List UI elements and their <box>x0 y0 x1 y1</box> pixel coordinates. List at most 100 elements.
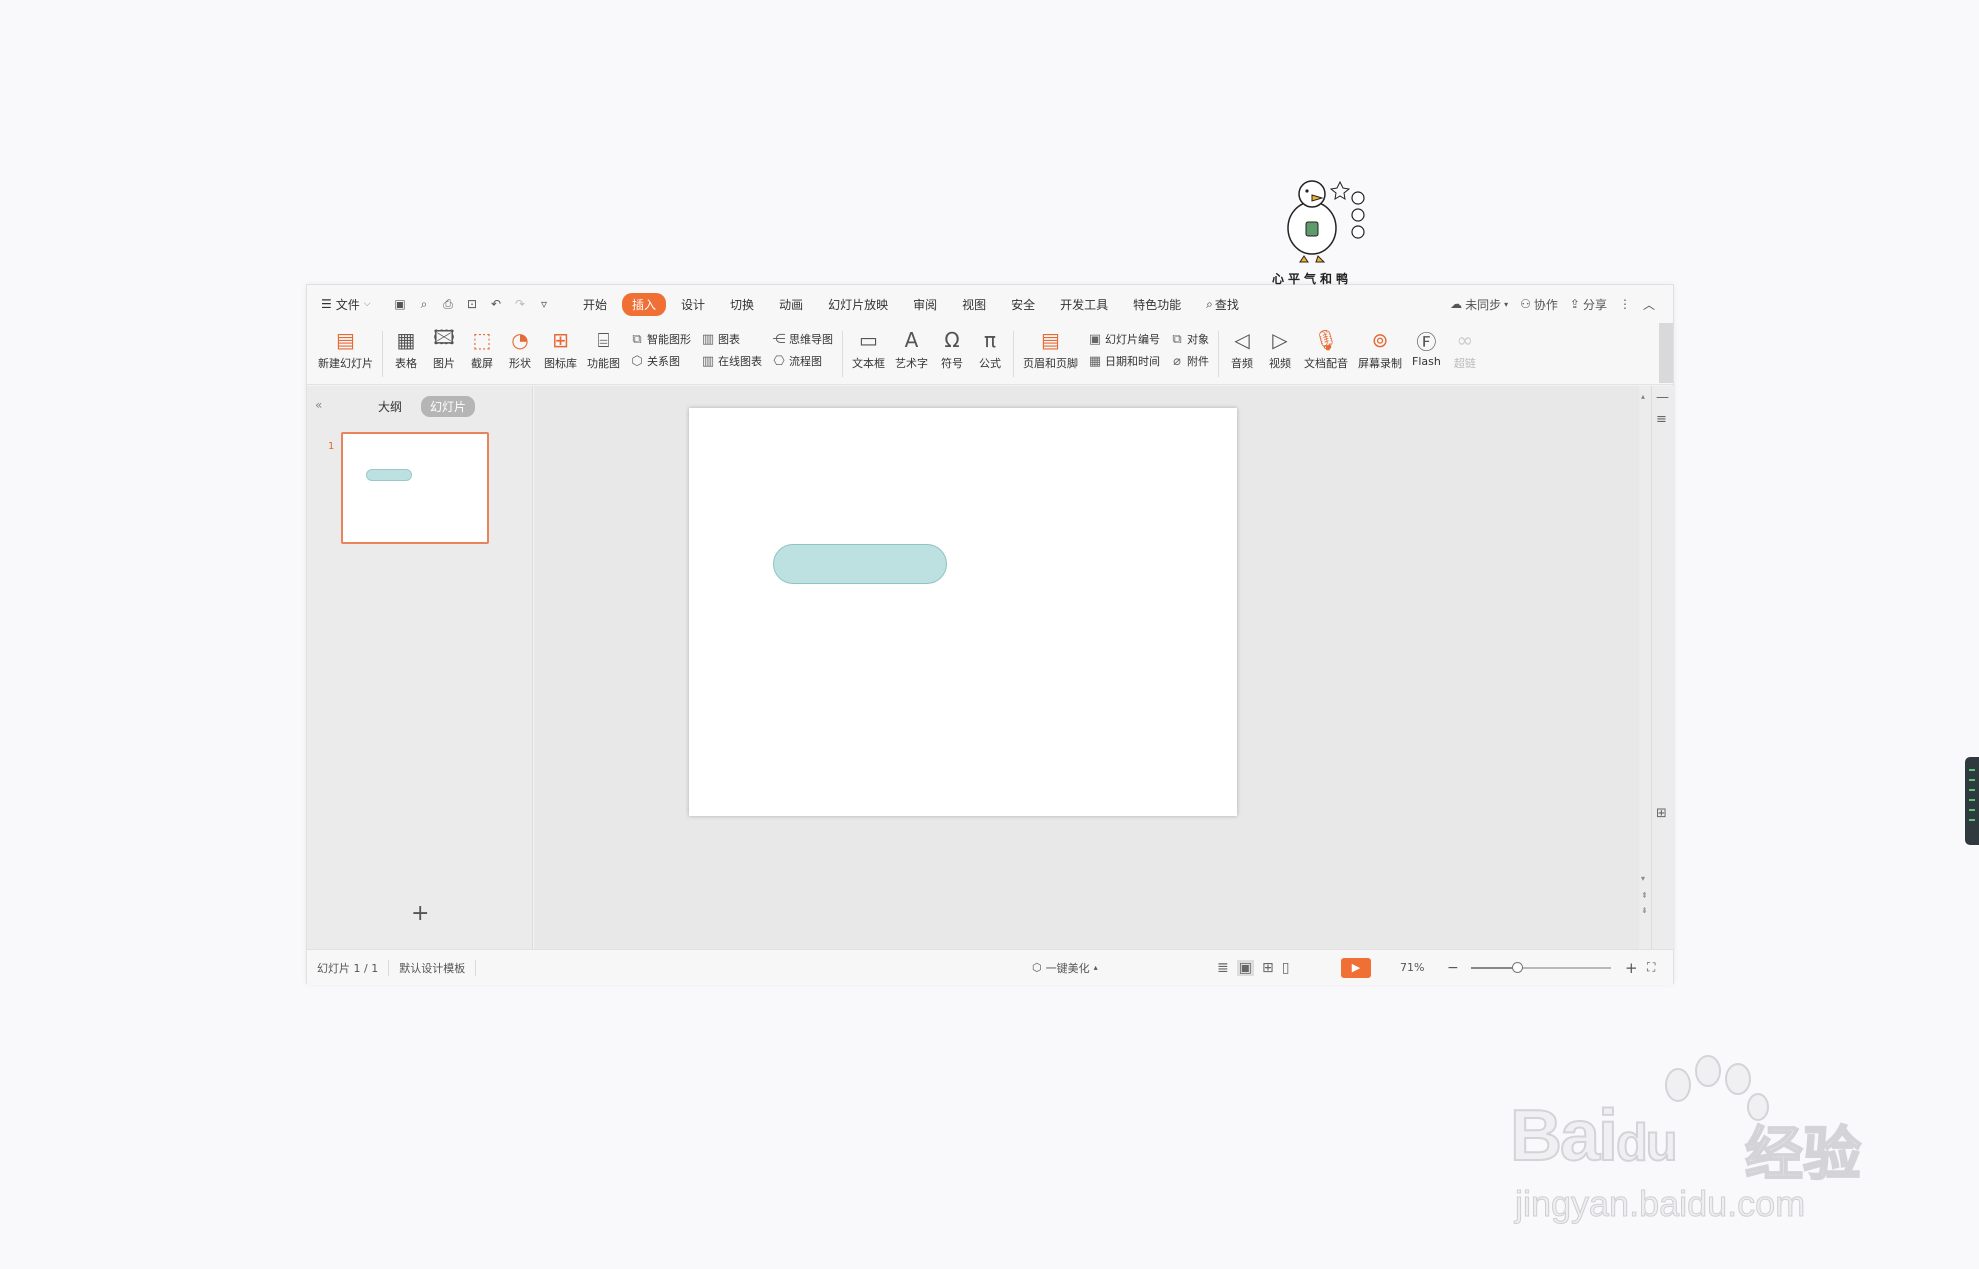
new-slide-button[interactable]: ▤ 新建幻灯片 <box>313 323 378 371</box>
bar-chart-icon: ▥ <box>701 331 715 347</box>
doc-voice-label: 文档配音 <box>1304 357 1348 370</box>
collapse-panel-icon[interactable]: « <box>315 398 322 412</box>
prev-slide-icon[interactable]: ⇞ <box>1641 891 1648 900</box>
flash-button[interactable]: Ⓕ Flash <box>1407 323 1446 369</box>
insert-ribbon: ▤ 新建幻灯片 ▦ 表格 🖾 图片 ⬚ 截屏 ◔ 形状 ⊞ 图标库 ⌸ 功能图 <box>307 323 1673 385</box>
slide-number-button[interactable]: ▣ 幻灯片编号 <box>1088 331 1160 347</box>
rounded-rectangle-shape[interactable] <box>773 544 947 584</box>
tab-security[interactable]: 安全 <box>1001 293 1045 316</box>
caret-up-icon: ▴ <box>1093 963 1098 972</box>
video-icon: ▷ <box>1272 328 1288 352</box>
print-icon[interactable]: ⎙ <box>439 295 457 313</box>
zoom-in-icon[interactable]: + <box>1625 959 1638 977</box>
wordart-button[interactable]: A 艺术字 <box>890 323 933 371</box>
edge-widget[interactable] <box>1965 757 1979 845</box>
tab-design[interactable]: 设计 <box>671 293 715 316</box>
sorter-view-icon[interactable]: ⊞ <box>1262 960 1274 976</box>
table-label: 表格 <box>395 357 417 370</box>
sync-button[interactable]: ☁ 未同步 ▾ <box>1450 296 1508 313</box>
chart-button[interactable]: ▥ 图表 <box>701 331 762 347</box>
online-chart-button[interactable]: ▥ 在线图表 <box>701 353 762 369</box>
print-preview-icon[interactable]: ⊡ <box>463 295 481 313</box>
object-button[interactable]: ⧉ 对象 <box>1170 331 1209 347</box>
formula-button[interactable]: π 公式 <box>971 323 1009 371</box>
table-button[interactable]: ▦ 表格 <box>387 323 425 371</box>
relation-button[interactable]: ⬡ 关系图 <box>630 353 691 369</box>
save-icon[interactable]: ▣ <box>391 295 409 313</box>
scroll-down-icon[interactable]: ▾ <box>1641 874 1645 883</box>
redo-icon[interactable]: ↷ <box>511 295 529 313</box>
flowchart-button[interactable]: ⎔ 流程图 <box>772 353 833 369</box>
tab-transition[interactable]: 切换 <box>720 293 764 316</box>
collapse-ribbon-icon[interactable]: ︿ <box>1643 296 1655 313</box>
picture-button[interactable]: 🖾 图片 <box>425 323 463 371</box>
date-time-button[interactable]: ▦ 日期和时间 <box>1088 353 1160 369</box>
fit-window-icon[interactable]: ⛶ <box>1647 960 1655 975</box>
tab-outline[interactable]: 大纲 <box>369 396 411 417</box>
zoom-out-icon[interactable]: − <box>1447 960 1459 976</box>
smart-shape-button[interactable]: ⧉ 智能图形 <box>630 331 691 347</box>
tab-slides[interactable]: 幻灯片 <box>421 396 476 417</box>
sync-label: 未同步 <box>1465 297 1502 312</box>
zoom-level[interactable]: 71% <box>1400 961 1424 974</box>
zoom-slider[interactable] <box>1471 962 1611 973</box>
relation-icon: ⬡ <box>631 353 643 369</box>
tab-start[interactable]: 开始 <box>573 293 617 316</box>
reading-view-icon[interactable]: ▯ <box>1282 960 1290 976</box>
format-painter-icon[interactable]: ⌕ <box>415 295 433 313</box>
add-slide-icon[interactable]: + <box>411 901 429 926</box>
function-chart-button[interactable]: ⌸ 功能图 <box>582 323 625 371</box>
divider <box>842 331 843 377</box>
slide[interactable] <box>689 408 1237 816</box>
icon-library-button[interactable]: ⊞ 图标库 <box>539 323 582 371</box>
vertical-scrollbar[interactable]: ▴ ▾ ⇞ ⇟ <box>1639 386 1651 949</box>
collab-label: 协作 <box>1533 297 1558 312</box>
more-icon[interactable]: ⋮ <box>1619 297 1631 311</box>
shape-button[interactable]: ◔ 形状 <box>501 323 539 371</box>
video-button[interactable]: ▷ 视频 <box>1261 323 1299 371</box>
search-button[interactable]: ⌕ 查找 <box>1196 293 1249 316</box>
attachment-button[interactable]: ⌀ 附件 <box>1170 353 1209 369</box>
hyperlink-button[interactable]: ∞ 超链 <box>1446 323 1484 371</box>
online-chart-icon: ▥ <box>701 353 715 369</box>
collab-button[interactable]: ⚇ 协作 <box>1520 296 1558 313</box>
normal-view-icon[interactable]: ▣ <box>1236 959 1254 976</box>
scroll-up-icon[interactable]: ▴ <box>1641 392 1645 401</box>
audio-button[interactable]: ◁ 音频 <box>1223 323 1261 371</box>
tab-insert[interactable]: 插入 <box>622 292 667 316</box>
minimize-panel-icon[interactable]: — <box>1656 390 1669 405</box>
beautify-button[interactable]: ⬡ 一键美化 ▴ <box>1032 960 1098 976</box>
undo-icon[interactable]: ↶ <box>487 295 505 313</box>
zoom-slider-knob[interactable] <box>1512 962 1524 973</box>
play-slideshow-button[interactable]: ▶ <box>1341 957 1371 978</box>
status-bar: 幻灯片 1 / 1 默认设计模板 ⬡ 一键美化 ▴ ≣ ▣ ⊞ ▯ ▶ 71% … <box>307 949 1673 985</box>
customize-icon[interactable]: ▿ <box>535 295 553 313</box>
paperclip-icon: ⌀ <box>1173 353 1181 369</box>
screenshot-button[interactable]: ⬚ 截屏 <box>463 323 501 371</box>
tab-review[interactable]: 审阅 <box>903 293 947 316</box>
doc-voice-button[interactable]: 🎙 文档配音 <box>1299 323 1353 371</box>
tab-view[interactable]: 视图 <box>952 293 996 316</box>
tab-developer[interactable]: 开发工具 <box>1050 293 1118 316</box>
tab-features[interactable]: 特色功能 <box>1123 293 1191 316</box>
menubar-right: ☁ 未同步 ▾ ⚇ 协作 ⇪ 分享 ⋮ ︿ <box>1450 296 1655 313</box>
tab-animation[interactable]: 动画 <box>769 293 813 316</box>
notes-icon[interactable]: ≣ <box>1217 960 1229 976</box>
template-name[interactable]: 默认设计模板 <box>389 959 477 976</box>
screen-record-button[interactable]: ⊚ 屏幕录制 <box>1353 323 1407 371</box>
formula-label: 公式 <box>979 357 1001 370</box>
file-menu-button[interactable]: ☰ 文件 ⌵ <box>321 296 391 313</box>
symbol-button[interactable]: Ω 符号 <box>933 323 971 371</box>
mindmap-button[interactable]: ⋲ 思维导图 <box>772 331 834 347</box>
next-slide-icon[interactable]: ⇟ <box>1641 906 1648 915</box>
share-button[interactable]: ⇪ 分享 <box>1570 296 1607 313</box>
slide-thumbnail[interactable] <box>341 432 489 544</box>
grid-icon[interactable]: ⊞ <box>1656 806 1667 821</box>
header-footer-button[interactable]: ▤ 页眉和页脚 <box>1018 323 1083 371</box>
online-chart-label: 在线图表 <box>718 355 762 368</box>
settings-sliders-icon[interactable]: ≡ <box>1656 412 1667 427</box>
textbox-button[interactable]: ▭ 文本框 <box>847 323 890 371</box>
cloud-icon: ☁ <box>1450 297 1463 311</box>
tab-slideshow[interactable]: 幻灯片放映 <box>818 293 898 316</box>
ribbon-scroll-right[interactable] <box>1659 323 1673 383</box>
